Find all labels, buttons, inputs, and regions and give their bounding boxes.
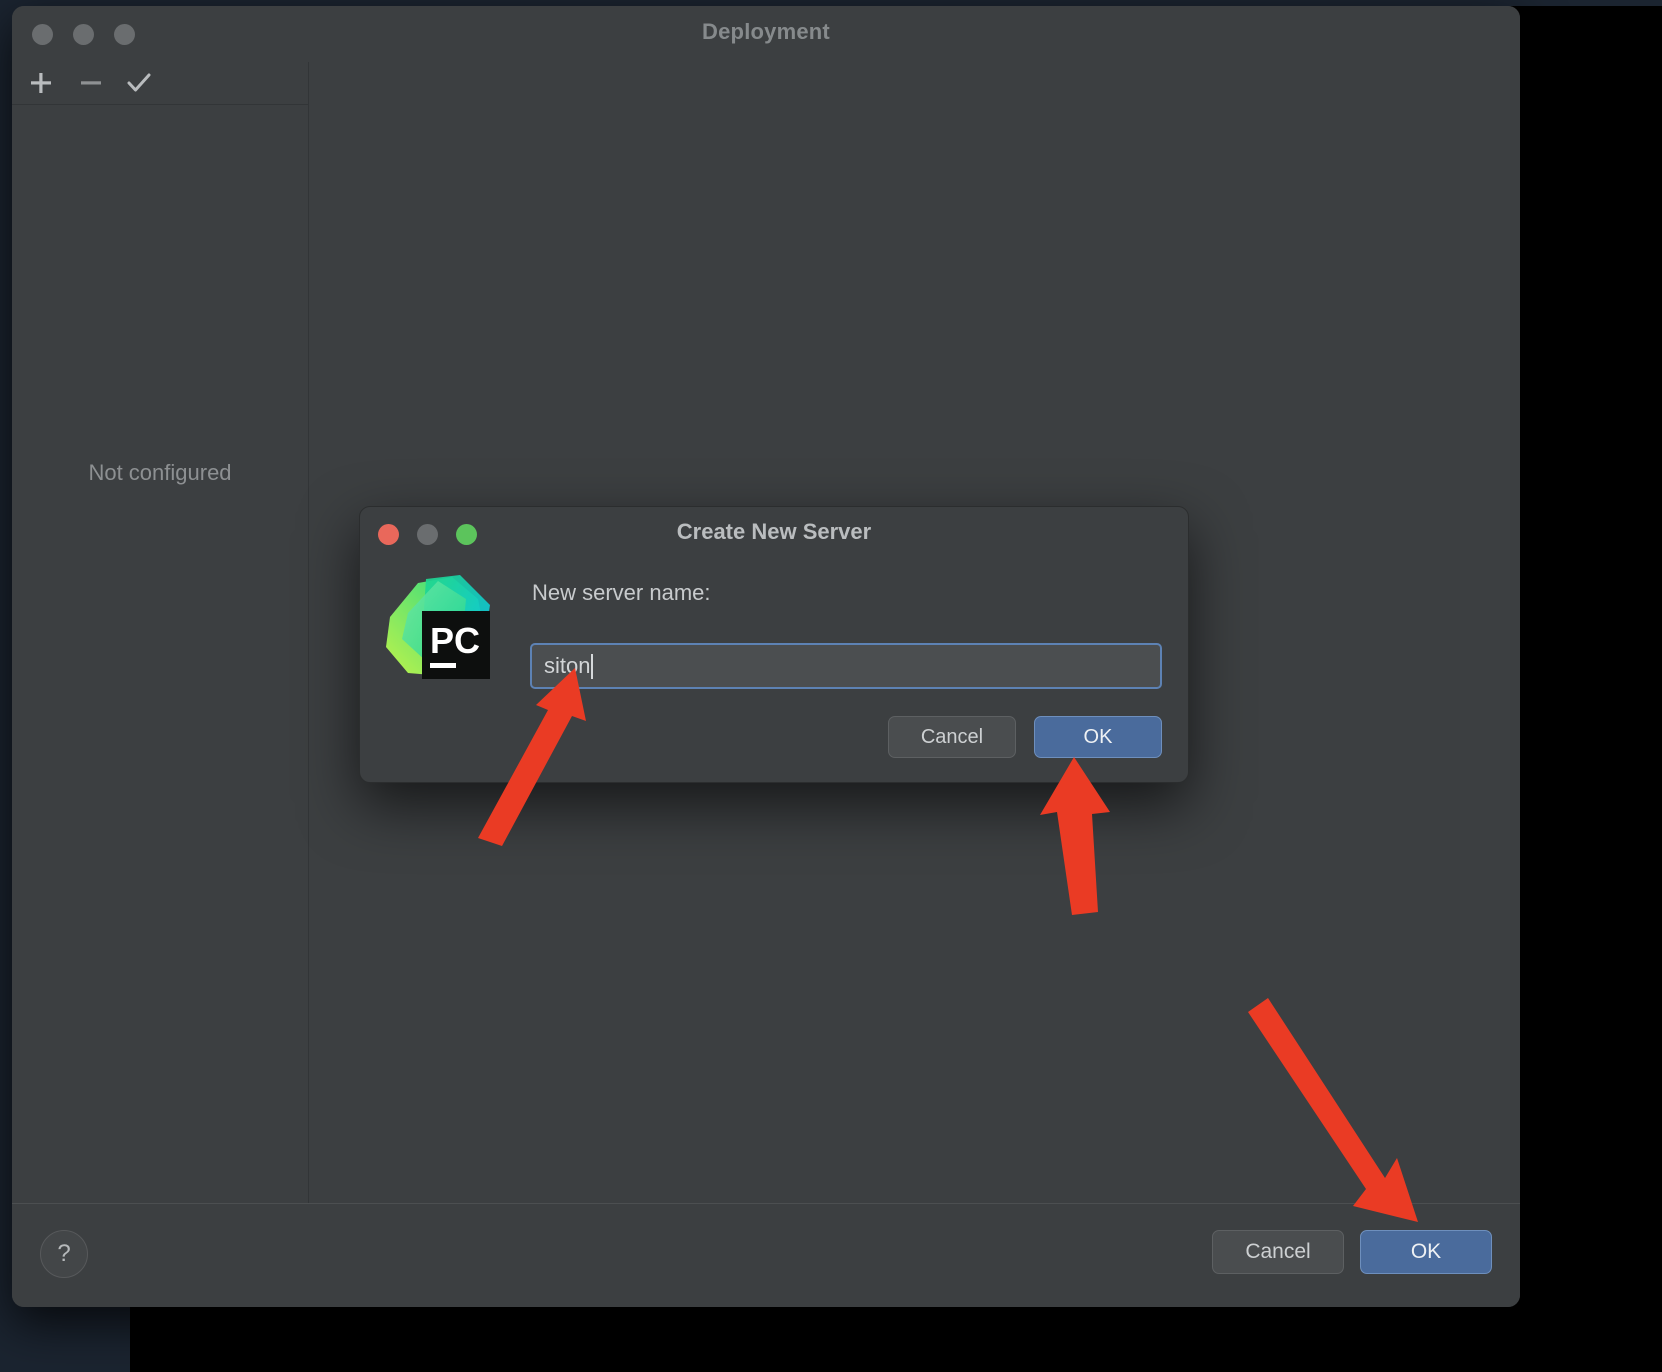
new-server-name-label: New server name:: [532, 580, 711, 605]
text-caret: [591, 653, 594, 679]
server-list-panel: Not configured: [12, 62, 309, 1203]
dialog-cancel-button[interactable]: Cancel: [888, 716, 1016, 758]
add-server-button[interactable]: [24, 66, 58, 100]
dialog-title: Create New Server: [676, 519, 872, 544]
plus-icon: [31, 73, 51, 93]
new-server-name-value: siton: [544, 653, 591, 678]
deployment-window: Deployment Not configured ? Cancel OK Cr…: [12, 6, 1520, 1307]
minus-icon: [81, 81, 101, 85]
window-titlebar: Deployment: [12, 6, 1520, 63]
validate-connection-button[interactable]: [122, 66, 156, 100]
svg-text:PC: PC: [430, 620, 480, 661]
server-list-toolbar: [12, 62, 308, 105]
dialog-actions: Cancel OK: [888, 716, 1162, 758]
empty-state-label: Not configured: [88, 460, 232, 485]
window-footer-actions: Cancel OK: [1212, 1230, 1492, 1274]
question-mark-icon: ?: [57, 1240, 71, 1267]
pycharm-logo-icon: PC: [382, 569, 498, 685]
help-button[interactable]: ?: [40, 1230, 88, 1278]
page-title: Deployment: [702, 19, 830, 44]
ok-button[interactable]: OK: [1360, 1230, 1492, 1274]
check-icon: [127, 73, 151, 92]
dialog-ok-button[interactable]: OK: [1034, 716, 1162, 758]
window-footer: ? Cancel OK: [12, 1203, 1520, 1307]
dialog-titlebar: Create New Server: [360, 507, 1188, 561]
remove-server-button[interactable]: [74, 66, 108, 100]
screenshot-root: Deployment Not configured ? Cancel OK Cr…: [0, 0, 1662, 1372]
new-server-name-input[interactable]: siton: [530, 643, 1162, 689]
create-new-server-dialog: Create New Server PC New server name: si…: [359, 506, 1189, 783]
cancel-button[interactable]: Cancel: [1212, 1230, 1344, 1274]
